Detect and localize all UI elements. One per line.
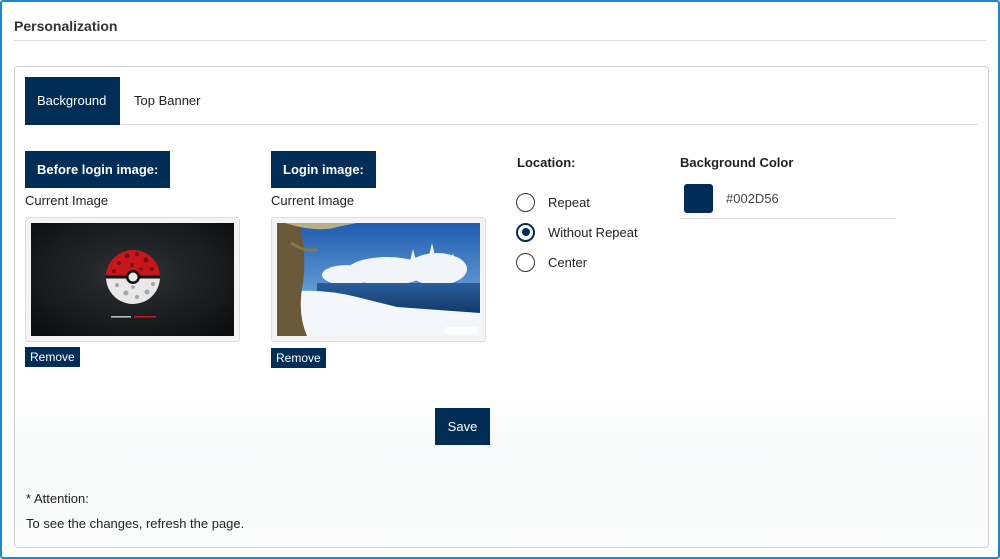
location-label: Location:	[517, 155, 576, 170]
attention-note: * Attention:	[26, 491, 89, 506]
before-login-image-preview	[25, 217, 240, 342]
personalization-panel: Background Top Banner Before login image…	[14, 66, 989, 548]
background-color-label: Background Color	[680, 155, 794, 170]
color-swatch[interactable]	[684, 184, 713, 213]
background-color-value[interactable]: #002D56	[726, 191, 779, 206]
tab-bar: Background Top Banner	[25, 77, 978, 125]
winter-river-image	[277, 223, 480, 336]
tab-background[interactable]: Background	[25, 77, 120, 125]
location-option-without-repeat-label: Without Repeat	[548, 224, 638, 240]
location-option-repeat-label: Repeat	[548, 194, 590, 210]
tab-top-banner[interactable]: Top Banner	[122, 77, 213, 125]
location-option-center[interactable]: Center	[516, 252, 587, 272]
login-remove-button[interactable]: Remove	[271, 348, 326, 368]
refresh-note: To see the changes, refresh the page.	[26, 516, 245, 531]
page-title: Personalization	[14, 18, 118, 34]
login-image-header: Login image:	[271, 151, 376, 188]
background-color-picker[interactable]: #002D56	[680, 181, 896, 219]
location-option-repeat[interactable]: Repeat	[516, 192, 590, 212]
window-frame: Personalization Background Top Banner Be…	[0, 0, 1000, 559]
title-divider	[14, 40, 986, 41]
radio-without-repeat[interactable]	[516, 222, 535, 242]
before-login-current-image-label: Current Image	[25, 193, 109, 208]
radio-center[interactable]	[516, 252, 535, 272]
location-option-without-repeat[interactable]: Without Repeat	[516, 222, 638, 242]
login-current-image-label: Current Image	[271, 193, 355, 208]
login-image-preview	[271, 217, 486, 342]
radio-repeat[interactable]	[516, 192, 535, 212]
before-login-image-header: Before login image:	[25, 151, 171, 188]
pokeball-wallpaper-image	[31, 223, 234, 336]
before-login-remove-button[interactable]: Remove	[25, 347, 80, 367]
save-button[interactable]: Save	[435, 408, 490, 445]
location-option-center-label: Center	[548, 254, 588, 270]
